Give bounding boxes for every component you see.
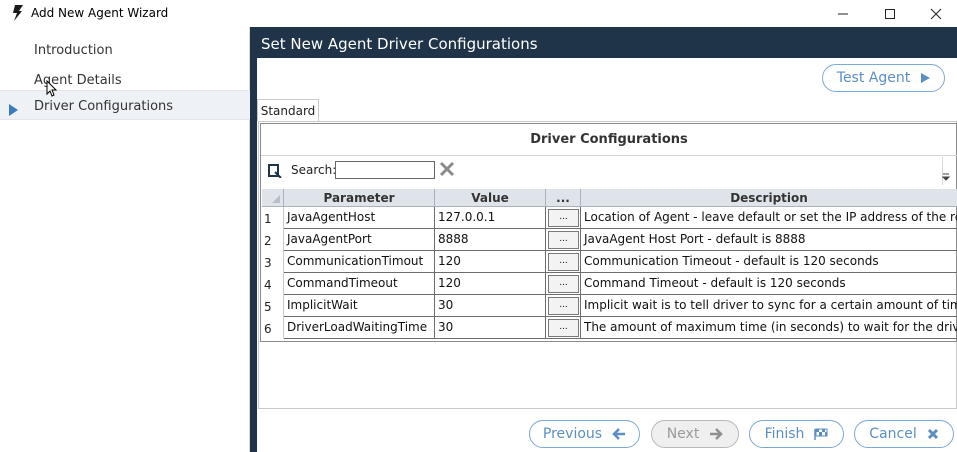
row-number: 4 xyxy=(262,273,284,295)
table-row[interactable]: 2 JavaAgentPort 8888 ... JavaAgent Host … xyxy=(262,229,957,251)
mouse-cursor-icon xyxy=(46,80,58,97)
row-number: 6 xyxy=(262,317,284,339)
value-cell[interactable]: 127.0.0.1 xyxy=(435,207,546,229)
value-cell[interactable]: 30 xyxy=(435,317,546,339)
actions-cell: ... xyxy=(546,295,581,317)
actions-cell: ... xyxy=(546,273,581,295)
row-number: 5 xyxy=(262,295,284,317)
parameter-cell[interactable]: JavaAgentHost xyxy=(284,207,435,229)
test-agent-label: Test Agent xyxy=(836,70,911,86)
column-header-description[interactable]: Description xyxy=(581,189,957,207)
search-input[interactable] xyxy=(335,161,435,179)
table-row[interactable]: 1 JavaAgentHost 127.0.0.1 ... Location o… xyxy=(262,207,957,229)
column-header-value[interactable]: Value xyxy=(435,189,546,207)
wizard-steps-sidebar: Introduction Agent Details Driver Config… xyxy=(0,27,250,452)
next-button[interactable]: Next xyxy=(651,420,739,448)
test-agent-button[interactable]: Test Agent xyxy=(822,64,945,92)
browse-button[interactable]: ... xyxy=(548,275,579,293)
previous-button[interactable]: Previous xyxy=(529,420,640,448)
search-icon[interactable] xyxy=(268,164,282,178)
step-agent-details[interactable]: Agent Details xyxy=(0,61,250,91)
actions-cell: ... xyxy=(546,251,581,273)
minimize-button[interactable] xyxy=(820,0,866,27)
value-cell[interactable]: 8888 xyxy=(435,229,546,251)
column-header-parameter[interactable]: Parameter xyxy=(284,189,435,207)
search-label: Search: xyxy=(291,163,337,177)
browse-button[interactable]: ... xyxy=(548,319,579,337)
grid-title: Driver Configurations xyxy=(261,124,957,156)
arrow-right-icon xyxy=(710,428,724,440)
browse-button[interactable]: ... xyxy=(548,253,579,271)
close-button[interactable] xyxy=(913,0,957,27)
page-title: Set New Agent Driver Configurations xyxy=(261,35,538,53)
maximize-icon xyxy=(885,8,895,19)
next-label: Next xyxy=(666,426,700,442)
description-cell[interactable]: The amount of maximum time (in seconds) … xyxy=(581,317,957,339)
title-bar: Add New Agent Wizard xyxy=(0,0,957,27)
parameter-cell[interactable]: ImplicitWait xyxy=(284,295,435,317)
value-cell[interactable]: 120 xyxy=(435,251,546,273)
current-step-arrow-icon xyxy=(9,104,18,116)
table-row[interactable]: 5 ImplicitWait 30 ... Implicit wait is t… xyxy=(262,295,957,317)
cancel-label: Cancel xyxy=(869,426,917,442)
grid-toolbar: Search: xyxy=(261,157,957,185)
parameter-cell[interactable]: CommunicationTimout xyxy=(284,251,435,273)
step-label: Introduction xyxy=(34,43,113,58)
finish-label: Finish xyxy=(764,426,805,442)
checkered-flag-icon xyxy=(814,428,828,440)
browse-button[interactable]: ... xyxy=(548,297,579,315)
tab-standard[interactable]: Standard xyxy=(257,99,319,121)
finish-button[interactable]: Finish xyxy=(749,420,844,448)
browse-button[interactable]: ... xyxy=(548,231,579,249)
table-row[interactable]: 4 CommandTimeout 120 ... Command Timeout… xyxy=(262,273,957,295)
play-icon xyxy=(921,73,931,83)
parameter-cell[interactable]: JavaAgentPort xyxy=(284,229,435,251)
minimize-icon xyxy=(838,13,848,14)
close-icon xyxy=(930,8,942,19)
row-number: 3 xyxy=(262,251,284,273)
clear-search-icon[interactable] xyxy=(439,161,455,177)
value-cell[interactable]: 30 xyxy=(435,295,546,317)
table-row[interactable]: 6 DriverLoadWaitingTime 30 ... The amoun… xyxy=(262,317,957,339)
parameter-cell[interactable]: CommandTimeout xyxy=(284,273,435,295)
close-icon xyxy=(927,428,938,440)
maximize-button[interactable] xyxy=(867,0,913,27)
window-title: Add New Agent Wizard xyxy=(31,6,169,20)
previous-label: Previous xyxy=(542,426,603,442)
chevron-down-icon[interactable] xyxy=(942,173,950,181)
select-all-corner[interactable] xyxy=(262,189,284,207)
actions-cell: ... xyxy=(546,229,581,251)
description-cell[interactable]: JavaAgent Host Port - default is 8888 xyxy=(581,229,957,251)
value-cell[interactable]: 120 xyxy=(435,273,546,295)
browse-button[interactable]: ... xyxy=(548,209,579,227)
description-cell[interactable]: Implicit wait is to tell driver to sync … xyxy=(581,295,957,317)
actions-cell: ... xyxy=(546,207,581,229)
step-driver-configurations[interactable]: Driver Configurations xyxy=(0,90,250,120)
description-cell[interactable]: Command Timeout - default is 120 seconds xyxy=(581,273,957,295)
arrow-left-icon xyxy=(612,428,626,440)
actions-cell: ... xyxy=(546,317,581,339)
row-number: 1 xyxy=(262,207,284,229)
table-row[interactable]: 3 CommunicationTimout 120 ... Communicat… xyxy=(262,251,957,273)
cancel-button[interactable]: Cancel xyxy=(854,420,954,448)
row-number: 2 xyxy=(262,229,284,251)
step-introduction[interactable]: Introduction xyxy=(0,31,250,61)
app-logo-icon xyxy=(13,5,23,21)
column-header-actions[interactable]: ... xyxy=(546,189,581,207)
step-label: Driver Configurations xyxy=(34,99,174,114)
description-cell[interactable]: Communication Timeout - default is 120 s… xyxy=(581,251,957,273)
description-cell[interactable]: Location of Agent - leave default or set… xyxy=(581,207,957,229)
parameter-cell[interactable]: DriverLoadWaitingTime xyxy=(284,317,435,339)
corner-triangle-icon xyxy=(272,195,280,203)
